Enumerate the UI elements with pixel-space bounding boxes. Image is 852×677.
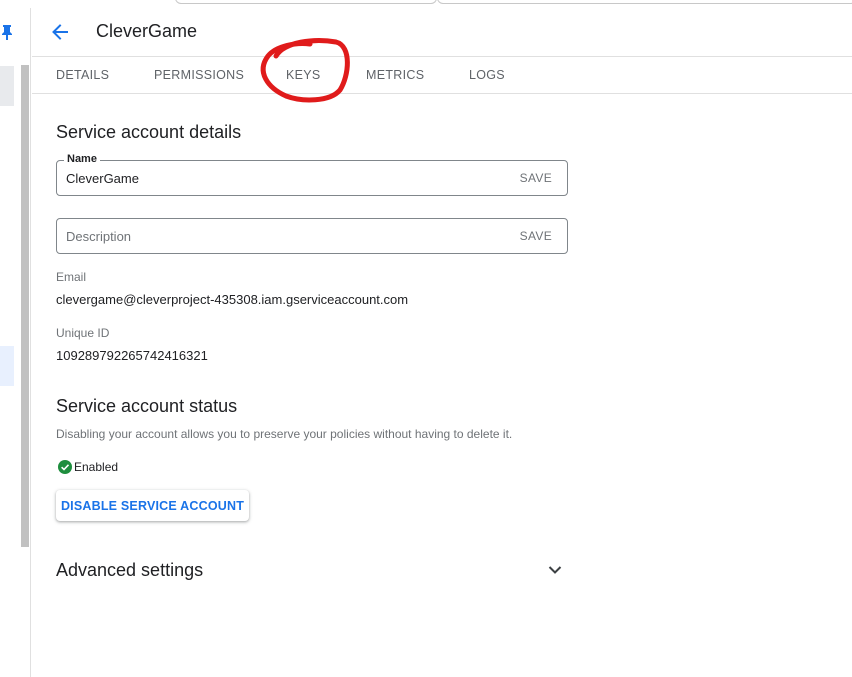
advanced-settings-toggle[interactable]: Advanced settings bbox=[56, 556, 568, 584]
browser-top-strip bbox=[0, 0, 852, 8]
name-save-button[interactable]: SAVE bbox=[520, 171, 552, 185]
description-input[interactable] bbox=[66, 219, 486, 253]
unique-id-label: Unique ID bbox=[56, 326, 110, 340]
arrow-back-icon[interactable] bbox=[50, 22, 70, 42]
pin-icon[interactable] bbox=[1, 24, 13, 40]
browser-tab-edge bbox=[175, 0, 437, 4]
status-text: Enabled bbox=[74, 460, 119, 474]
tab-permissions[interactable]: PERMISSIONS bbox=[154, 68, 244, 82]
chevron-down-icon[interactable] bbox=[546, 561, 564, 579]
tab-keys[interactable]: KEYS bbox=[286, 68, 321, 82]
nav-scrollbar[interactable] bbox=[21, 65, 29, 547]
tab-logs[interactable]: LOGS bbox=[469, 68, 505, 82]
tab-metrics[interactable]: METRICS bbox=[366, 68, 424, 82]
status-badge: Enabled bbox=[58, 459, 118, 475]
tab-bar: DETAILS PERMISSIONS KEYS METRICS LOGS bbox=[32, 57, 852, 94]
email-value: clevergame@cleverproject-435308.iam.gser… bbox=[56, 292, 409, 307]
status-description: Disabling your account allows you to pre… bbox=[56, 427, 513, 441]
advanced-settings-title: Advanced settings bbox=[56, 560, 204, 580]
description-save-button[interactable]: SAVE bbox=[520, 229, 552, 243]
section-title-details: Service account details bbox=[56, 122, 242, 142]
check-circle-icon bbox=[58, 460, 72, 474]
page-header: CleverGame bbox=[32, 8, 852, 57]
email-label: Email bbox=[56, 270, 87, 284]
browser-tab-edge bbox=[437, 0, 852, 4]
unique-id-value: 109289792265742416321 bbox=[56, 348, 208, 363]
section-title-status: Service account status bbox=[56, 396, 238, 416]
nav-item-selected[interactable] bbox=[0, 66, 14, 106]
description-field[interactable]: SAVE bbox=[56, 218, 568, 254]
name-field[interactable]: Name SAVE bbox=[56, 153, 568, 196]
name-input[interactable] bbox=[66, 161, 486, 195]
tab-details[interactable]: DETAILS bbox=[56, 68, 109, 82]
nav-item-highlight[interactable] bbox=[0, 346, 14, 386]
page-title: CleverGame bbox=[96, 21, 198, 41]
disable-service-account-button[interactable]: DISABLE SERVICE ACCOUNT bbox=[56, 490, 249, 521]
left-nav-panel bbox=[0, 8, 31, 677]
